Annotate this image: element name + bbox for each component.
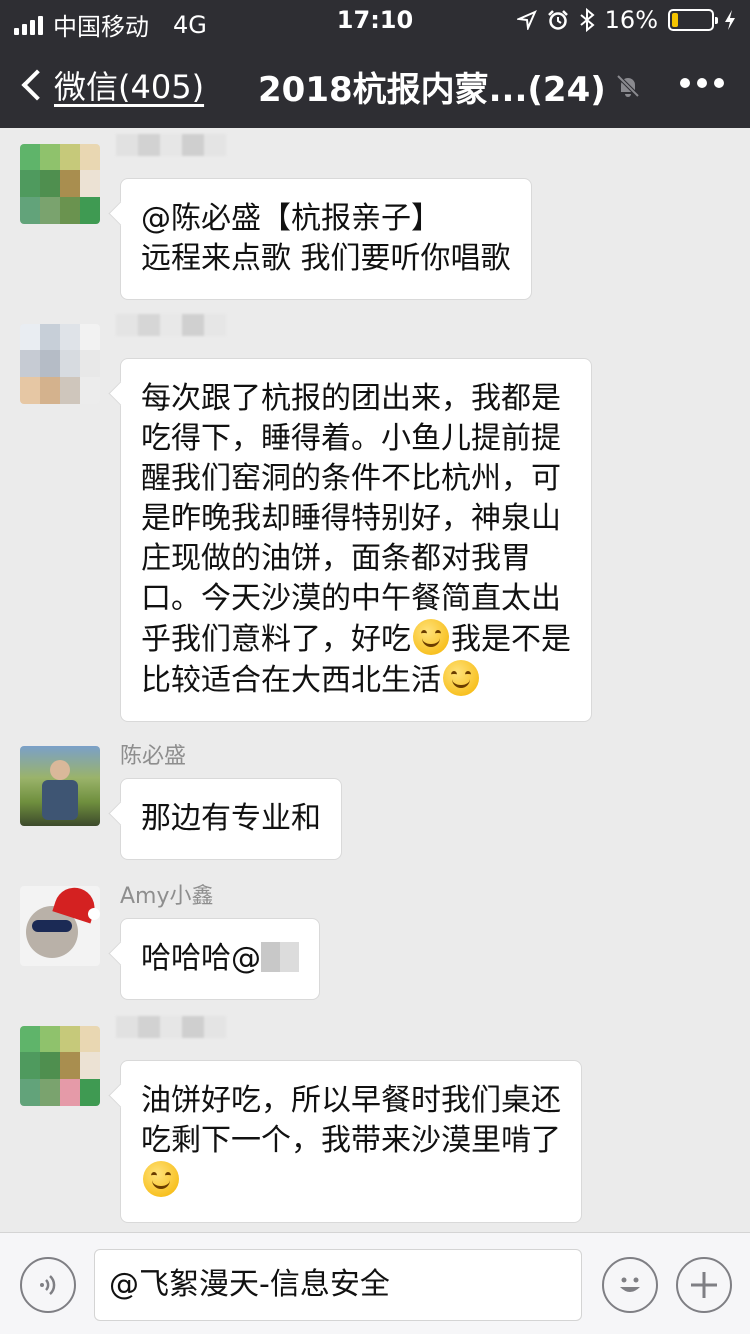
message-text-line: 哈哈哈@	[141, 939, 299, 979]
message-text: 每次跟了杭报的团出来，我都是	[141, 381, 561, 416]
laughing-emoji-icon	[443, 660, 479, 696]
message-text: 我是不是	[451, 622, 571, 657]
avatar[interactable]	[20, 324, 100, 404]
location-arrow-icon	[516, 10, 537, 30]
sender-name-redacted	[116, 314, 226, 364]
sender-name-redacted	[116, 1016, 226, 1066]
back-button[interactable]: 微信(405)	[16, 62, 204, 108]
message-text: 乎我们意料了，好吃	[141, 622, 411, 657]
bluetooth-icon	[580, 8, 595, 32]
message-text: 油饼好吃，所以早餐时我们桌还	[141, 1083, 561, 1118]
message-text: 是昨晚我却睡得特别好，神泉山	[141, 501, 561, 536]
message-text: 吃得下，睡得着。小鱼儿提前提	[141, 421, 561, 456]
message-text-line: 比较适合在大西北生活	[141, 660, 571, 701]
emoji-button[interactable]	[602, 1257, 658, 1313]
charging-icon	[725, 10, 735, 30]
message-bubble[interactable]: 那边有专业和	[120, 778, 342, 860]
chat-area[interactable]: @陈必盛【杭报亲子】 远程来点歌 我们要听你唱歌 每次跟了杭报的团出来，我都是 …	[0, 128, 750, 1232]
sender-name: 陈必盛	[120, 744, 187, 769]
thinking-emoji-icon	[143, 1161, 179, 1197]
back-label: 微信(405)	[54, 68, 205, 106]
message-input[interactable]: @飞絮漫天-信息安全	[94, 1249, 582, 1321]
message-bubble[interactable]: @陈必盛【杭报亲子】 远程来点歌 我们要听你唱歌	[120, 178, 532, 300]
plus-icon	[691, 1272, 717, 1298]
sender-name: Amy小鑫	[120, 884, 214, 909]
plus-button[interactable]	[676, 1257, 732, 1313]
message-bubble[interactable]: 哈哈哈@	[120, 918, 320, 1000]
message-text: @陈必盛【杭报亲子】	[141, 201, 441, 236]
redacted-mention	[261, 942, 299, 972]
message-text: 那边有专业和	[141, 801, 321, 836]
battery-icon	[668, 9, 718, 31]
message-text-line: 乎我们意料了，好吃 我是不是	[141, 619, 571, 660]
message-bubble[interactable]: 每次跟了杭报的团出来，我都是 吃得下，睡得着。小鱼儿提前提 醒我们窑洞的条件不比…	[120, 358, 592, 722]
mute-bell-icon	[616, 74, 640, 98]
alarm-icon	[547, 10, 568, 30]
avatar[interactable]	[20, 746, 100, 826]
yum-emoji-icon	[413, 619, 449, 655]
more-icon[interactable]	[680, 78, 724, 88]
message-text: 哈哈哈@	[141, 941, 261, 976]
voice-icon	[40, 1275, 56, 1295]
message-text: 醒我们窑洞的条件不比杭州，可	[141, 461, 561, 496]
message-text: 庄现做的油饼，面条都对我胃	[141, 541, 531, 576]
nav-bar: 微信(405) 2018杭报内蒙...(24)	[0, 40, 750, 128]
voice-button[interactable]	[20, 1257, 76, 1313]
message-bubble[interactable]: 油饼好吃，所以早餐时我们桌还 吃剩下一个，我带来沙漠里啃了	[120, 1060, 582, 1223]
message-text: 比较适合在大西北生活	[141, 663, 441, 698]
avatar[interactable]	[20, 144, 100, 224]
status-bar: 中国移动 4G 17:10 16%	[0, 0, 750, 41]
battery-percent: 16%	[604, 6, 658, 34]
message-text-line	[141, 1161, 561, 1202]
message-text: 口。今天沙漠的中午餐简直太出	[141, 581, 561, 616]
message-text: 吃剩下一个，我带来沙漠里啃了	[141, 1123, 561, 1158]
avatar[interactable]	[20, 1026, 100, 1106]
message-text: 远程来点歌 我们要听你唱歌	[141, 241, 511, 276]
sender-name-redacted	[116, 134, 226, 184]
back-chevron-icon	[21, 69, 53, 101]
battery-fill	[672, 13, 679, 27]
avatar[interactable]	[20, 886, 100, 966]
emoji-icon	[620, 1277, 640, 1292]
input-bar: @飞絮漫天-信息安全	[0, 1232, 750, 1334]
chat-title: 2018杭报内蒙...(24)	[258, 70, 606, 110]
